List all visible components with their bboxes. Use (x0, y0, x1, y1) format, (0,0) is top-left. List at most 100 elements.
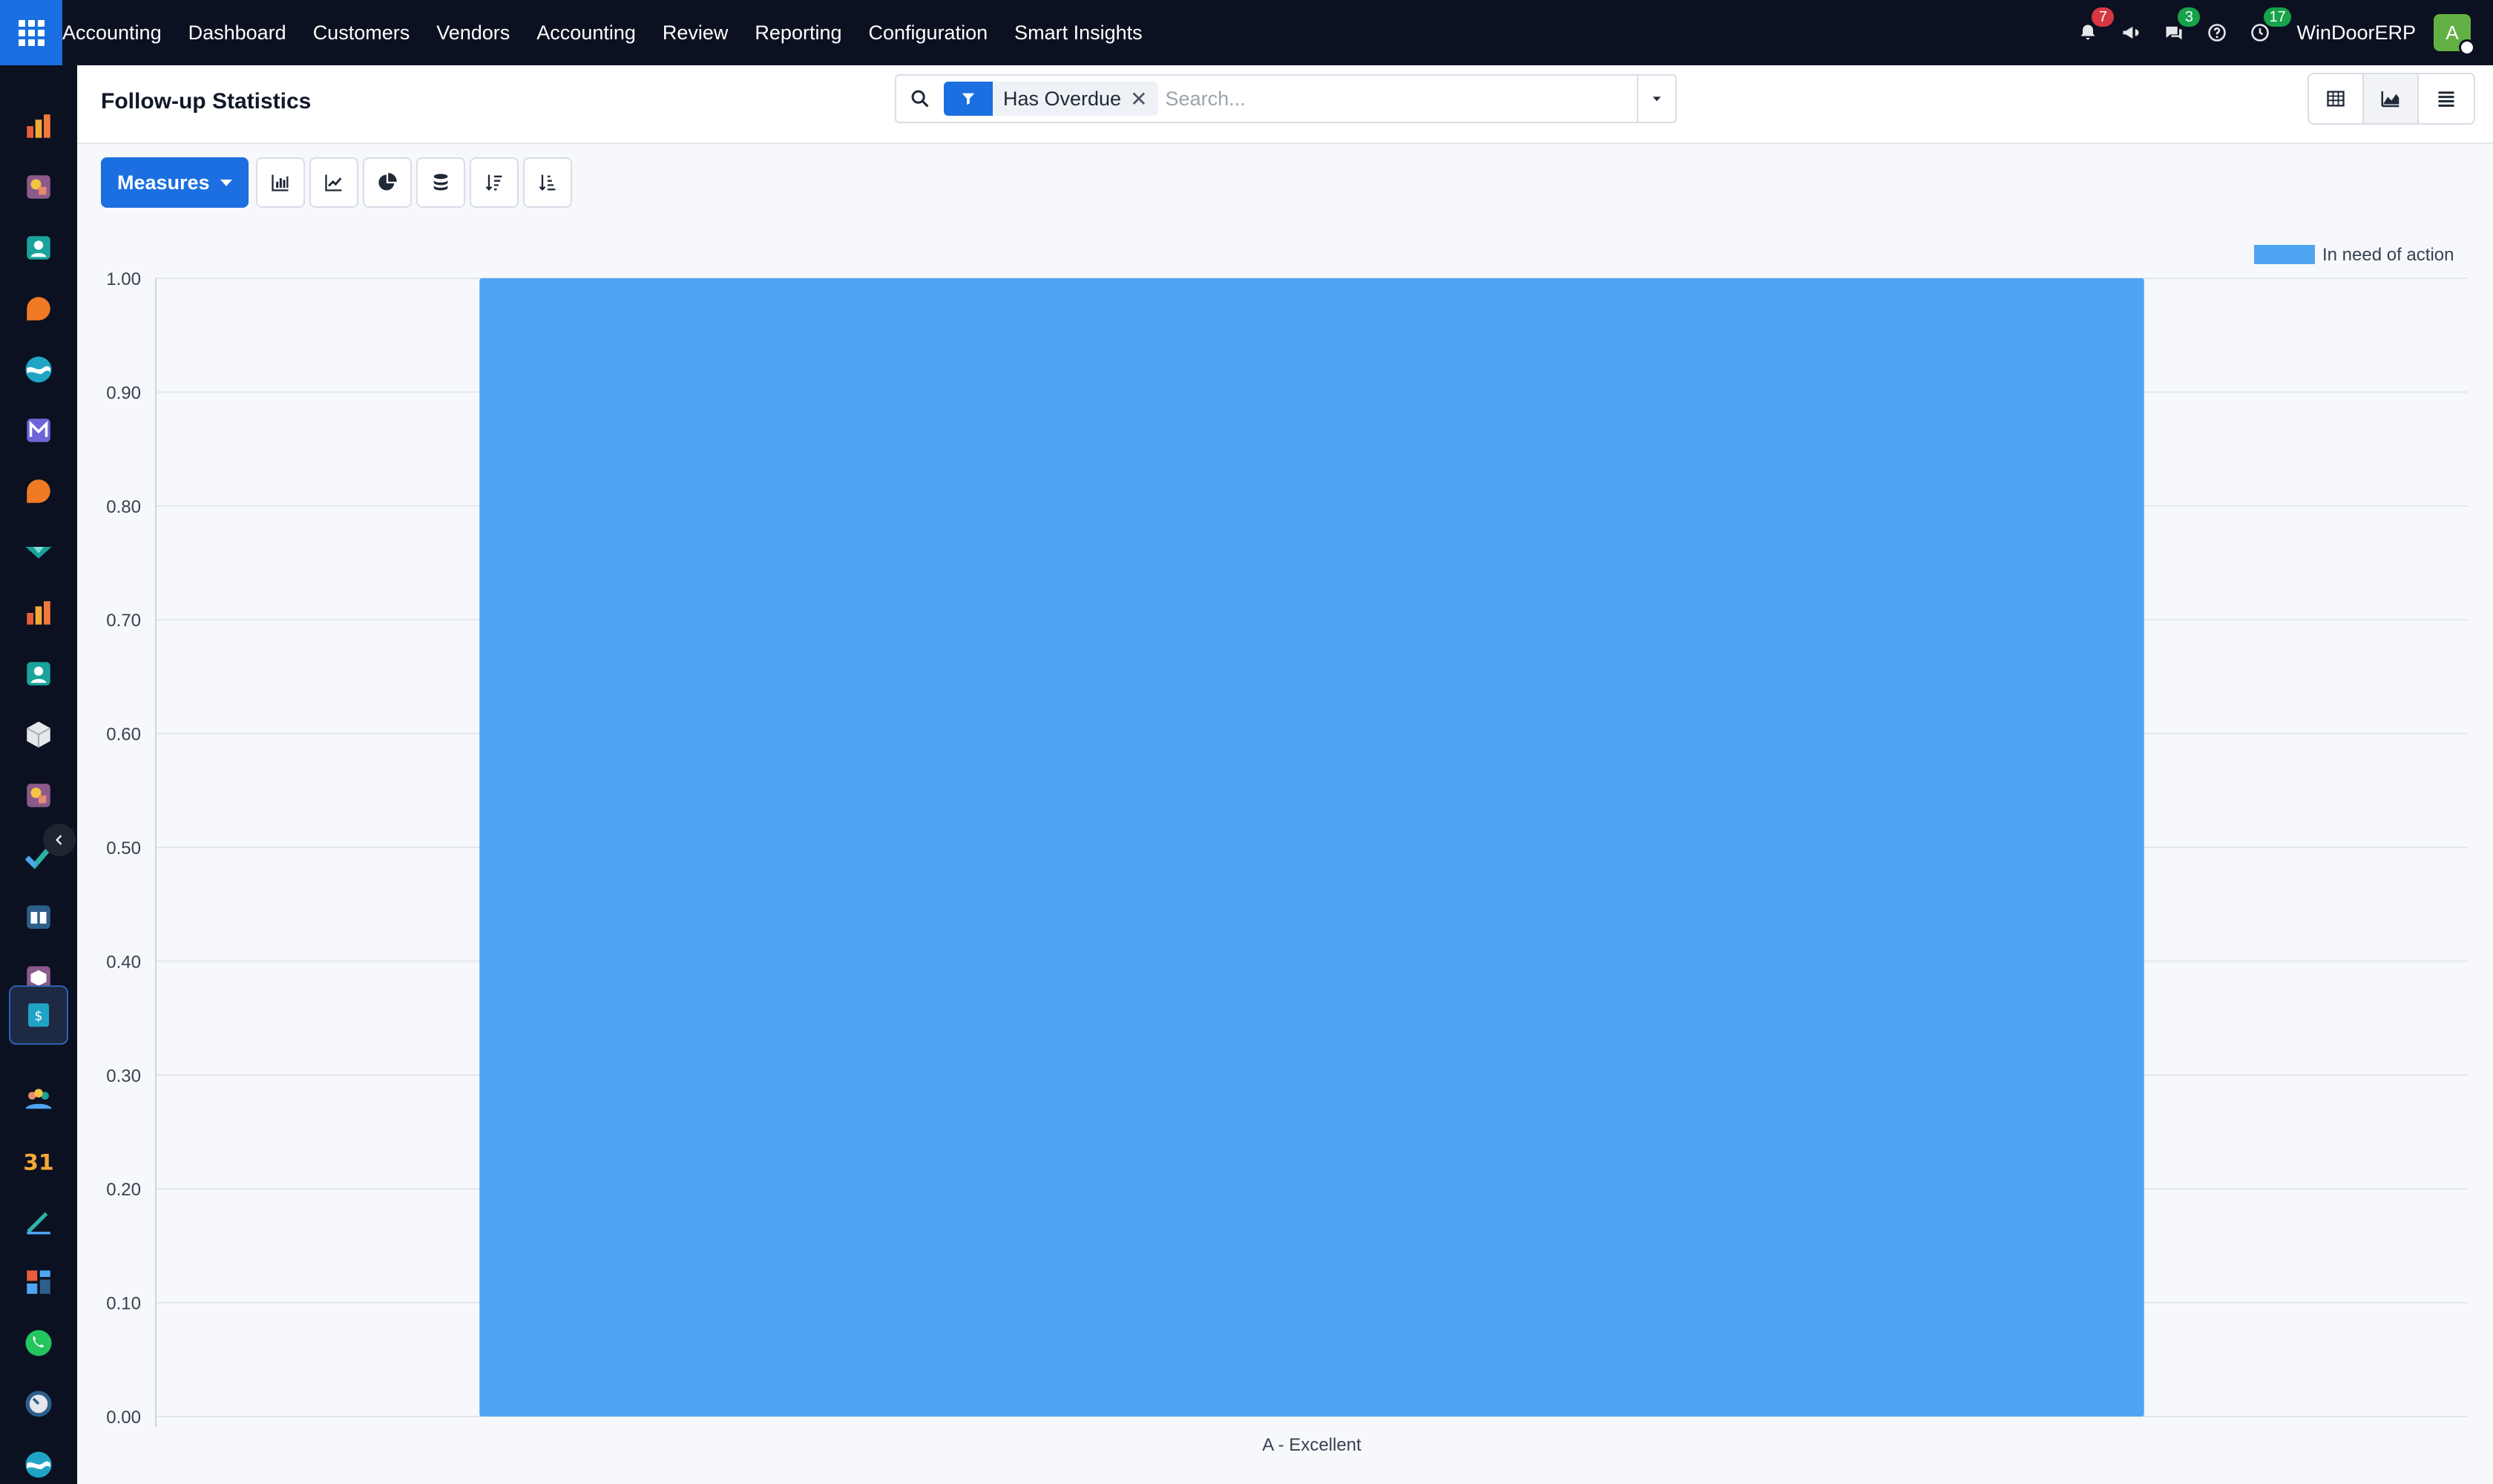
menu-smart-insights[interactable]: Smart Insights (1001, 0, 1156, 65)
filter-facet[interactable]: Has Overdue ✕ (944, 82, 1158, 116)
sidebar-app-mail[interactable] (9, 401, 68, 460)
y-tick-label: 0.60 (106, 725, 141, 745)
y-tick-label: 0.80 (106, 497, 141, 517)
sidebar-app-contacts[interactable] (9, 218, 68, 278)
legend-swatch (2254, 245, 2315, 264)
messages-button[interactable]: 3 (2152, 0, 2201, 65)
sidebar-app-marketing[interactable] (9, 157, 68, 217)
stacked-button[interactable] (416, 157, 465, 208)
sidebar-app-flow[interactable] (9, 1435, 68, 1484)
search-button[interactable] (896, 76, 944, 122)
pivot-view-icon (2327, 91, 2345, 107)
list-view-button[interactable] (2419, 74, 2474, 123)
presence-indicator (2459, 39, 2475, 56)
bar-chart-icon (271, 174, 289, 191)
company-switcher[interactable]: WinDoorERP (2296, 22, 2416, 45)
search-icon (911, 90, 929, 108)
sidebar-app-knowledge[interactable] (9, 766, 68, 825)
sidebar-app-employees[interactable] (9, 644, 68, 703)
help-button[interactable] (2195, 0, 2239, 65)
user-avatar[interactable]: A (2434, 14, 2475, 56)
sidebar-app-whatsapp[interactable] (9, 1313, 68, 1373)
sidebar-app-timer[interactable] (9, 1374, 68, 1434)
sidebar-app-chat[interactable] (9, 462, 68, 521)
app-sidebar: $ 31 (0, 65, 77, 1484)
contacts-app-icon (27, 236, 50, 260)
y-tick-label: 0.30 (106, 1066, 141, 1086)
top-navbar: Accounting Dashboard Customers Vendors A… (0, 0, 2493, 65)
menu-reporting[interactable]: Reporting (741, 0, 855, 65)
y-tick-label: 1.00 (106, 269, 141, 289)
grid-icon (18, 19, 45, 46)
stacked-icon (433, 174, 447, 191)
line-chart-button[interactable] (309, 157, 358, 208)
sign-app-icon (27, 1212, 50, 1235)
menu-brand-accounting[interactable]: Accounting (62, 0, 175, 65)
menu-customers[interactable]: Customers (300, 0, 424, 65)
y-tick-label: 0.00 (106, 1408, 141, 1428)
sort-ascending-button[interactable] (522, 157, 572, 208)
sidebar-collapse-button[interactable] (43, 824, 76, 856)
pivot-view-button[interactable] (2309, 74, 2364, 123)
sidebar-app-reporting[interactable] (9, 583, 68, 643)
knowledge-app-icon (27, 784, 50, 807)
bar-chart-button[interactable] (255, 157, 305, 208)
y-tick-label: 0.90 (106, 383, 141, 403)
y-tick-label: 0.70 (106, 611, 141, 631)
sort-descending-button[interactable] (469, 157, 519, 208)
chat-icon (2166, 26, 2182, 40)
search-input[interactable] (1165, 78, 1637, 119)
sidebar-app-product[interactable] (9, 705, 68, 764)
svg-text:$: $ (34, 1009, 42, 1024)
menu-configuration[interactable]: Configuration (855, 0, 1002, 65)
notifications-button[interactable]: 7 (2066, 0, 2115, 65)
menu-review[interactable]: Review (649, 0, 742, 65)
graph-chart: 0.00 0.10 0.20 0.30 0.40 0.50 0.60 0.70 0.80 0.90… (77, 223, 2493, 1484)
activities-badge: 17 (2264, 7, 2291, 27)
graph-view-button[interactable] (2364, 74, 2419, 123)
timer-app-icon (25, 1391, 52, 1417)
product-app-icon (26, 721, 51, 748)
y-tick-label: 0.40 (106, 952, 141, 972)
announcements-button[interactable] (2109, 0, 2152, 65)
app-menu-button[interactable] (0, 0, 62, 65)
sidebar-app-invoicing[interactable]: $ (9, 985, 68, 1045)
team-app-icon (25, 1089, 52, 1109)
sidebar-app-inventory[interactable] (9, 522, 68, 582)
menu-vendors[interactable]: Vendors (423, 0, 523, 65)
sidebar-app-sales[interactable] (9, 96, 68, 156)
help-icon (2208, 24, 2227, 42)
calendar-day-text: 31 (23, 1149, 53, 1175)
pie-chart-button[interactable] (362, 157, 412, 208)
sidebar-app-library[interactable] (9, 887, 68, 947)
marketing-app-icon (27, 175, 50, 199)
menu-accounting[interactable]: Accounting (523, 0, 649, 65)
sidebar-app-calendar[interactable]: 31 (9, 1131, 68, 1190)
reporting-app-icon (27, 601, 50, 625)
close-icon[interactable]: ✕ (1130, 87, 1157, 111)
sidebar-app-sync[interactable] (9, 340, 68, 399)
caret-down-icon (220, 179, 232, 186)
mail-app-icon (27, 418, 50, 442)
inventory-app-icon (25, 547, 52, 559)
sidebar-app-sign[interactable] (9, 1192, 68, 1251)
employees-app-icon (27, 662, 50, 686)
sidebar-app-team[interactable] (9, 1070, 68, 1129)
sidebar-app-discuss[interactable] (9, 279, 68, 338)
facet-label: Has Overdue (1003, 87, 1122, 110)
bell-icon (2081, 24, 2095, 40)
filter-icon (944, 82, 993, 116)
calendar-app-icon: 31 (23, 1149, 53, 1175)
activities-button[interactable]: 17 (2239, 0, 2291, 65)
sidebar-app-dashboards[interactable] (9, 1252, 68, 1312)
measures-dropdown[interactable]: Measures (101, 157, 249, 208)
y-tick-label: 0.50 (106, 838, 141, 858)
systray: 7 3 17 WinDoorERP A (2066, 0, 2493, 65)
page-title: Follow-up Statistics (101, 89, 312, 114)
menu-dashboard[interactable]: Dashboard (175, 0, 300, 65)
whatsapp-app-icon (25, 1330, 52, 1356)
chat-app-icon (27, 479, 50, 503)
main-menu: Accounting Dashboard Customers Vendors A… (62, 0, 1156, 65)
search-options-toggle[interactable] (1637, 76, 1675, 122)
sync-app-icon (25, 356, 52, 383)
